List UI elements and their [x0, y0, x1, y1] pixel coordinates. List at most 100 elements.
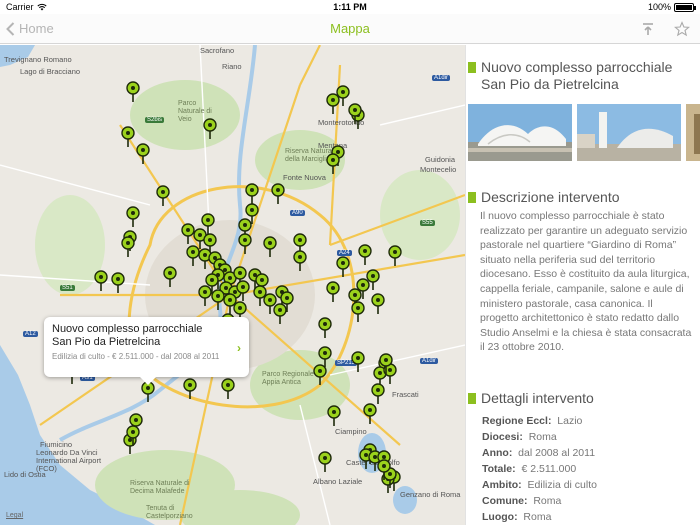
map-pin-icon	[156, 185, 170, 206]
map-label: Riserva Naturale di Decima Malafede	[130, 480, 190, 495]
map-pin[interactable]	[358, 244, 372, 266]
navigation-bar: Home Mappa	[0, 14, 700, 44]
map-pin[interactable]	[351, 351, 365, 373]
favorite-button[interactable]	[674, 20, 690, 37]
detail-value: Roma	[533, 495, 562, 507]
description-heading-text: Descrizione intervento	[481, 189, 620, 205]
detail-title-heading: Nuovo complesso parrocchiale San Pio da …	[468, 59, 698, 93]
map-pin-icon	[379, 353, 393, 374]
map-pin[interactable]	[156, 185, 170, 207]
photo-thumbnail[interactable]	[686, 104, 700, 161]
callout-title: Nuovo complesso parrocchiale San Pio da …	[52, 323, 203, 348]
map-label: Leonardo Da Vinci International Airport …	[36, 448, 102, 473]
map-pin[interactable]	[326, 153, 340, 175]
map-pin[interactable]	[198, 285, 212, 307]
map-label: Lido di Ostia	[4, 470, 46, 479]
map-pin[interactable]	[163, 266, 177, 288]
detail-value: Lazio	[557, 415, 583, 427]
star-icon	[674, 20, 690, 36]
road-shield: A1dir	[420, 358, 439, 364]
map-pin[interactable]	[366, 269, 380, 291]
church-photo-2	[577, 104, 681, 161]
map-pin[interactable]	[377, 459, 391, 481]
map-pin-icon	[126, 206, 140, 227]
map-pin[interactable]	[183, 378, 197, 400]
map-pin-icon	[363, 403, 377, 424]
map-pin[interactable]	[363, 403, 377, 425]
map-pin-icon	[358, 244, 372, 265]
map-pin-icon	[371, 383, 385, 404]
map-pin-icon	[318, 451, 332, 472]
map-label: Lago di Bracciano	[20, 67, 81, 76]
photo-gallery[interactable]	[468, 104, 700, 161]
share-button[interactable]	[640, 21, 656, 37]
map-pin[interactable]	[238, 233, 252, 255]
detail-key: Luogo:	[482, 511, 518, 523]
map-callout[interactable]: Nuovo complesso parrocchiale San Pio da …	[44, 317, 249, 385]
map-pin[interactable]	[121, 126, 135, 148]
map-pin[interactable]	[318, 451, 332, 473]
status-time: 1:11 PM	[333, 2, 367, 12]
map-pin[interactable]	[371, 293, 385, 315]
map-label: Genzano di Roma	[400, 490, 461, 499]
detail-key: Comune:	[482, 495, 528, 507]
detail-row: Comune: Roma	[482, 493, 697, 509]
legal-link[interactable]: Legal	[6, 512, 23, 519]
map-pin[interactable]	[203, 118, 217, 140]
detail-value: Roma	[528, 431, 557, 443]
map-pin[interactable]	[371, 383, 385, 405]
map-pin[interactable]	[318, 317, 332, 339]
map-pin[interactable]	[126, 81, 140, 103]
map-pin[interactable]	[221, 378, 235, 400]
map-pin[interactable]	[126, 206, 140, 228]
map-pin-icon	[121, 236, 135, 257]
detail-key: Ambito:	[482, 479, 522, 491]
map-pin-icon	[271, 183, 285, 204]
road-shield: A12	[23, 331, 38, 337]
map-pin-icon	[111, 272, 125, 293]
share-icon	[643, 22, 653, 35]
map-pin[interactable]	[326, 281, 340, 303]
map-pin[interactable]	[313, 364, 327, 386]
map-pin[interactable]	[336, 256, 350, 278]
map-pin[interactable]	[293, 250, 307, 272]
map-pin-icon	[327, 405, 341, 426]
map-pin-icon	[126, 425, 140, 446]
map-pin[interactable]	[379, 353, 393, 375]
map-pin[interactable]	[94, 270, 108, 292]
map-pin[interactable]	[111, 272, 125, 294]
map-pin[interactable]	[327, 405, 341, 427]
map-view[interactable]: Sacrofano Riano Monterotondo Mentana Fon…	[0, 45, 465, 525]
callout-subtitle: Edilizia di culto - € 2.511.000 - dal 20…	[52, 352, 220, 361]
map-pin[interactable]	[351, 301, 365, 323]
photo-thumbnail[interactable]	[468, 104, 572, 161]
battery-icon	[674, 2, 696, 12]
map-pin[interactable]	[126, 425, 140, 447]
map-label: Frascati	[392, 390, 419, 399]
map-pin[interactable]	[271, 183, 285, 205]
map-pin[interactable]	[388, 245, 402, 267]
detail-row: Totale: € 2.511.000	[482, 461, 697, 477]
road-shield: A90	[290, 210, 305, 216]
map-pin[interactable]	[136, 143, 150, 165]
map-pin[interactable]	[273, 303, 287, 325]
map-label: Ciampino	[335, 427, 367, 436]
status-bar: Carrier 1:11 PM 100%	[0, 0, 700, 14]
map-pin-icon	[318, 317, 332, 338]
map-pin-icon	[126, 81, 140, 102]
map-pin-icon	[163, 266, 177, 287]
map-pin-icon	[183, 378, 197, 399]
map-pin-icon	[263, 236, 277, 257]
map-label: Fonte Nuova	[283, 173, 326, 182]
photo-thumbnail[interactable]	[577, 104, 681, 161]
map-pin[interactable]	[263, 236, 277, 258]
map-pin-icon	[336, 256, 350, 277]
back-button[interactable]: Home	[6, 21, 54, 36]
map-pin[interactable]	[121, 236, 135, 258]
map-pin[interactable]	[245, 183, 259, 205]
road-shield: S51	[60, 285, 75, 291]
detail-key: Totale:	[482, 463, 516, 475]
map-pin[interactable]	[348, 103, 362, 125]
detail-key: Regione Eccl:	[482, 415, 552, 427]
map-pin-icon	[273, 303, 287, 324]
